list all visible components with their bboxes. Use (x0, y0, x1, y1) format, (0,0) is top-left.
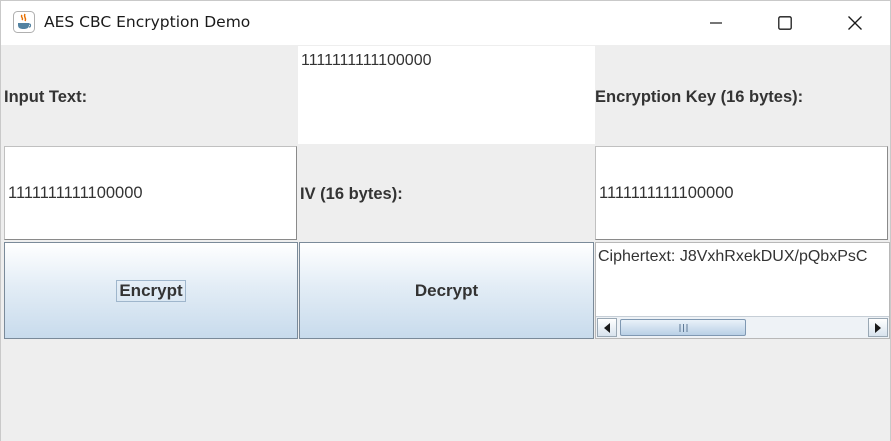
title-bar[interactable]: AES CBC Encryption Demo (1, 1, 890, 45)
encrypt-button-label: Encrypt (116, 279, 186, 302)
arrow-right-icon (874, 318, 882, 337)
close-icon (848, 16, 862, 30)
scrollbar-thumb[interactable] (620, 319, 746, 336)
ciphertext-scroll-pane[interactable]: Ciphertext: J8VxhRxekDUX/pQbxPsC (595, 242, 890, 339)
minimize-icon (710, 17, 722, 29)
grip-icon (679, 318, 688, 337)
input-text-label: Input Text: (4, 88, 88, 106)
input-text-field[interactable]: 1111111111100000 (4, 146, 297, 240)
scroll-left-button[interactable] (597, 318, 617, 337)
encryption-key-label: Encryption Key (16 bytes): (595, 88, 804, 106)
maximize-button[interactable] (762, 1, 808, 45)
app-window: AES CBC Encryption Demo Input Text: 1111… (0, 0, 891, 441)
input-text-field-value: 1111111111100000 (8, 183, 143, 202)
iv-field[interactable]: 1111111111100000 (595, 146, 888, 240)
maximize-icon (778, 16, 792, 30)
iv-label: IV (16 bytes): (300, 185, 403, 203)
form-panel: Input Text: 1111111111100000 Encryption … (1, 45, 890, 441)
ciphertext-output[interactable]: Ciphertext: J8VxhRxekDUX/pQbxPsC (598, 248, 867, 266)
input-text-area[interactable]: 1111111111100000 (298, 46, 595, 144)
minimize-button[interactable] (693, 1, 739, 45)
arrow-left-icon (603, 318, 611, 337)
decrypt-button-label: Decrypt (414, 280, 479, 300)
close-button[interactable] (832, 1, 878, 45)
scroll-right-button[interactable] (868, 318, 888, 337)
horizontal-scrollbar[interactable] (596, 316, 889, 338)
encrypt-button[interactable]: Encrypt (4, 242, 298, 339)
input-text-area-value: 1111111111100000 (301, 52, 432, 69)
java-cup-icon (13, 11, 35, 33)
decrypt-button[interactable]: Decrypt (299, 242, 594, 339)
iv-field-value: 1111111111100000 (599, 183, 734, 202)
window-title: AES CBC Encryption Demo (44, 13, 251, 31)
